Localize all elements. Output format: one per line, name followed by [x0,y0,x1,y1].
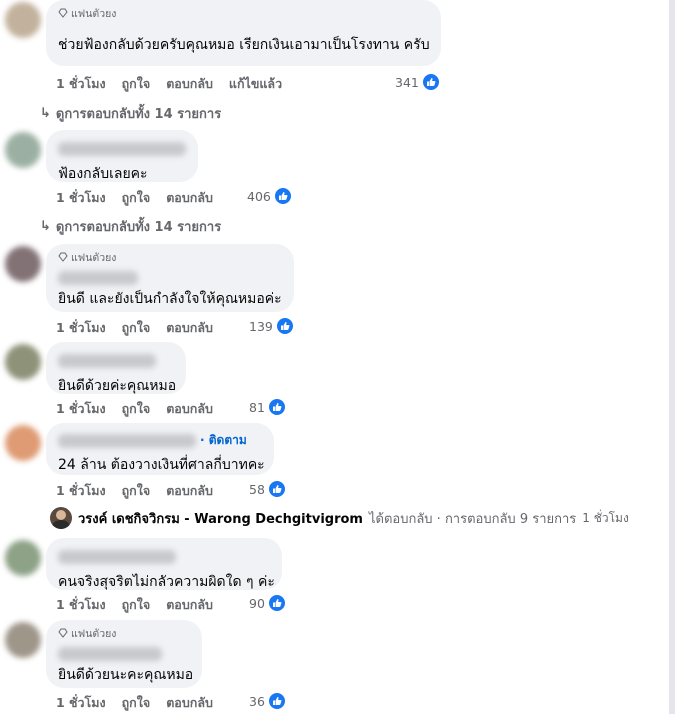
author-name[interactable] [58,646,162,661]
fan-badge: แฟนตัวยง [58,250,282,264]
reply-button[interactable]: ตอบกลับ [166,399,213,419]
replier-name[interactable]: วรงค์ เดชกิจวิกรม - Warong Dechgitvigrom [78,508,363,529]
reaction-count[interactable]: 58 [249,480,286,498]
comment-text: ช่วยฟ้องกลับด้วยครับคุณหมอ เรียกเงินเอาม… [58,37,430,53]
view-replies-link[interactable]: ↳ ดูการตอบกลับทั้ง 14 รายการ [40,216,221,237]
view-replies-label: ดูการตอบกลับทั้ง 14 รายการ [55,220,222,235]
comment-actions: 1 ชั่วโมง ถูกใจ ตอบกลับ [56,399,213,419]
comment-time[interactable]: 1 ชั่วโมง [56,481,106,501]
like-button[interactable]: ถูกใจ [122,595,151,615]
comment-text: ฟ้องกลับเลยคะ [58,166,148,182]
comment-time[interactable]: 1 ชั่วโมง [56,595,106,615]
comment-text: คนจริงสุจริตไม่กลัวความผิดใด ๆ ค่ะ [58,574,275,590]
scrollbar-track[interactable] [669,0,675,714]
reaction-count[interactable]: 90 [249,594,286,612]
comment-actions: 1 ชั่วโมง ถูกใจ ตอบกลับ [56,318,213,338]
follow-button[interactable]: · ติดตาม [200,431,247,450]
reply-summary-text: ได้ตอบกลับ · การตอบกลับ 9 รายการ [368,511,577,527]
comment-bubble: · ติดตาม 24 ล้าน ต้องวางเงินที่ศาลกี่บาท… [46,423,274,475]
comment-bubble: คนจริงสุจริตไม่กลัวความผิดใด ๆ ค่ะ [46,538,282,590]
author-name[interactable] [58,353,156,368]
reaction-number: 341 [395,74,419,90]
reaction-count[interactable]: 139 [249,317,294,335]
reply-button[interactable]: ตอบกลับ [166,693,213,713]
like-icon [273,187,292,205]
view-replies-label: ดูการตอบกลับทั้ง 14 รายการ [55,107,222,122]
author-name[interactable] [58,549,176,564]
fan-badge-label: แฟนตัวยง [71,627,117,640]
reaction-number: 36 [249,693,265,709]
replier-avatar[interactable] [50,507,72,529]
avatar[interactable] [5,132,41,168]
author-name[interactable] [58,270,138,285]
view-replies-link[interactable]: ↳ ดูการตอบกลับทั้ง 14 รายการ [40,103,221,124]
author-name[interactable] [58,433,196,448]
like-button[interactable]: ถูกใจ [122,399,151,419]
like-button[interactable]: ถูกใจ [122,318,151,338]
comment-bubble: แฟนตัวยง ยินดีด้วยนะคะคุณหมอ [46,620,202,688]
reaction-count[interactable]: 81 [249,398,286,416]
reply-summary-time: 1 ชั่วโมง [582,510,629,525]
like-icon [275,317,294,335]
edited-label[interactable]: แก้ไขแล้ว [229,74,282,94]
comment-text: ยินดีด้วยนะคะคุณหมอ [58,667,194,683]
author-name[interactable] [58,141,186,156]
avatar[interactable] [5,425,41,461]
comment-time[interactable]: 1 ชั่วโมง [56,74,106,94]
reaction-count[interactable]: 341 [395,73,440,91]
comment-actions: 1 ชั่วโมง ถูกใจ ตอบกลับ [56,693,213,713]
comment-bubble: ยินดีด้วยค่ะคุณหมอ [46,342,186,394]
comment-actions: 1 ชั่วโมง ถูกใจ ตอบกลับ [56,595,213,615]
comment-text: ยินดี และยังเป็นกำลังใจให้คุณหมอค่ะ [58,291,282,307]
comment-actions: 1 ชั่วโมง ถูกใจ ตอบกลับ [56,481,213,501]
diamond-icon [58,252,68,262]
comment-text: ยินดีด้วยค่ะคุณหมอ [58,378,177,394]
reply-arrow-icon: ↳ [40,106,51,121]
like-button[interactable]: ถูกใจ [122,74,151,94]
avatar[interactable] [5,2,41,38]
reply-button[interactable]: ตอบกลับ [166,74,213,94]
avatar[interactable] [5,246,41,282]
comment-time[interactable]: 1 ชั่วโมง [56,399,106,419]
reaction-number: 406 [247,188,271,204]
reply-button[interactable]: ตอบกลับ [166,481,213,501]
reaction-number: 90 [249,595,265,611]
reaction-number: 58 [249,481,265,497]
diamond-icon [58,8,68,18]
like-icon [267,692,286,710]
comment-actions: 1 ชั่วโมง ถูกใจ ตอบกลับ แก้ไขแล้ว [56,74,282,94]
comment-bubble: ฟ้องกลับเลยคะ [46,130,198,182]
like-button[interactable]: ถูกใจ [122,693,151,713]
like-button[interactable]: ถูกใจ [122,188,151,208]
like-icon [267,398,286,416]
fan-badge: แฟนตัวยง [58,626,190,640]
comment-time[interactable]: 1 ชั่วโมง [56,693,106,713]
reply-arrow-icon: ↳ [40,219,51,234]
avatar[interactable] [5,344,41,380]
comment-actions: 1 ชั่วโมง ถูกใจ ตอบกลับ [56,188,213,208]
fan-badge-label: แฟนตัวยง [71,7,117,20]
reply-button[interactable]: ตอบกลับ [166,188,213,208]
comment-text: 24 ล้าน ต้องวางเงินที่ศาลกี่บาทคะ [58,457,265,473]
reply-button[interactable]: ตอบกลับ [166,595,213,615]
like-icon [267,480,286,498]
fan-badge: แฟนตัวยง [58,6,429,20]
fan-badge-label: แฟนตัวยง [71,251,117,264]
comment-bubble: แฟนตัวยง ยินดี และยังเป็นกำลังใจให้คุณหม… [46,244,294,312]
reaction-count[interactable]: 406 [247,187,292,205]
comment-bubble: แฟนตัวยง ช่วยฟ้องกลับด้วยครับคุณหมอ เรีย… [46,0,441,66]
reply-button[interactable]: ตอบกลับ [166,318,213,338]
avatar[interactable] [5,540,41,576]
avatar[interactable] [5,622,41,658]
comment-time[interactable]: 1 ชั่วโมง [56,188,106,208]
comment-time[interactable]: 1 ชั่วโมง [56,318,106,338]
like-button[interactable]: ถูกใจ [122,481,151,501]
diamond-icon [58,628,68,638]
reply-summary[interactable]: วรงค์ เดชกิจวิกรม - Warong Dechgitvigrom… [50,507,629,529]
reaction-count[interactable]: 36 [249,692,286,710]
reaction-number: 81 [249,399,265,415]
like-icon [421,73,440,91]
reaction-number: 139 [249,318,273,334]
like-icon [267,594,286,612]
